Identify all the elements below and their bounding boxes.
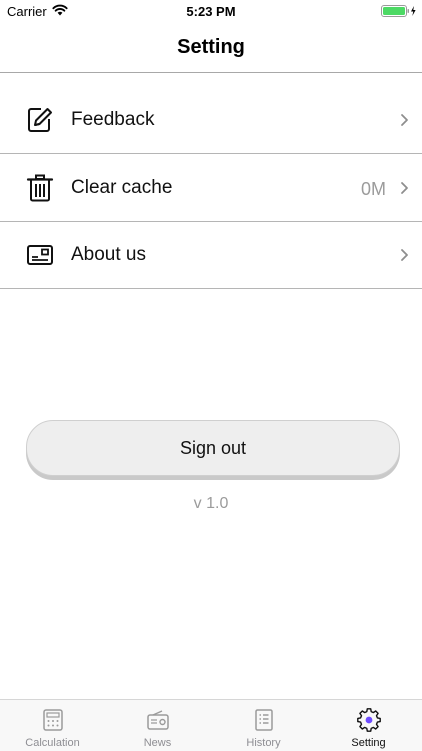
sign-out-button[interactable]: Sign out — [26, 420, 400, 476]
calculator-icon — [43, 709, 63, 731]
radio-icon — [147, 710, 169, 730]
page-title: Setting — [177, 36, 245, 58]
battery-charging-icon — [381, 5, 416, 17]
edit-icon — [28, 108, 52, 132]
status-bar: Carrier 5:23 PM — [0, 0, 422, 22]
tab-history[interactable]: History — [211, 700, 316, 751]
about-us-label: About us — [71, 244, 146, 265]
tab-setting[interactable]: Setting — [316, 700, 421, 751]
id-card-icon — [27, 245, 53, 265]
tab-label: Setting — [351, 737, 386, 749]
about-us-row[interactable]: About us — [0, 221, 422, 289]
tab-label: Calculation — [25, 737, 80, 749]
header-divider — [0, 72, 422, 73]
chevron-right-icon — [401, 249, 408, 261]
clear-cache-label: Clear cache — [71, 177, 173, 198]
clock: 5:23 PM — [186, 4, 236, 19]
tab-calculation[interactable]: Calculation — [0, 700, 105, 751]
tab-news[interactable]: News — [105, 700, 210, 751]
version-label: v 1.0 — [193, 495, 229, 512]
trash-icon — [26, 174, 54, 202]
gear-icon — [357, 708, 381, 732]
chevron-right-icon — [401, 182, 408, 194]
tab-bar: Calculation News History Setting — [0, 699, 422, 751]
feedback-row[interactable]: Feedback — [0, 86, 422, 154]
feedback-label: Feedback — [71, 109, 155, 130]
clear-cache-row[interactable]: Clear cache 0M — [0, 154, 422, 222]
tab-label: History — [246, 737, 281, 749]
list-icon — [255, 709, 273, 731]
cache-size-value: 0M — [360, 179, 386, 199]
tab-label: News — [143, 737, 172, 749]
chevron-right-icon — [401, 114, 408, 126]
